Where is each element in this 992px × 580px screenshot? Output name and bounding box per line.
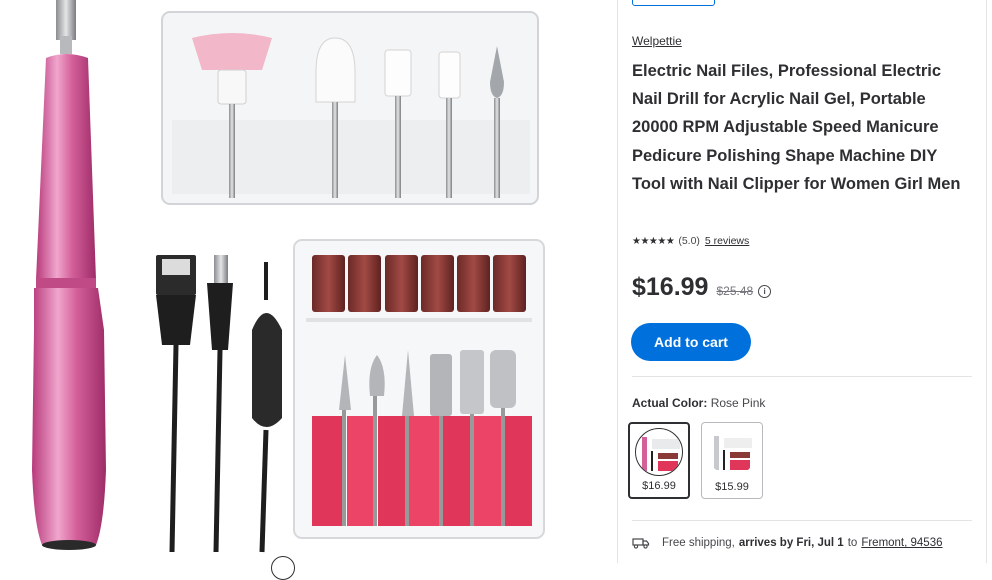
swatch-price: $16.99 bbox=[642, 480, 676, 492]
brand-link[interactable]: Welpettie bbox=[632, 34, 682, 48]
gallery-zoom-button[interactable] bbox=[271, 556, 295, 580]
rating-row: ★★★★★ (5.0) 5 reviews bbox=[632, 235, 749, 247]
swatch-price: $15.99 bbox=[715, 481, 749, 493]
truck-icon bbox=[632, 538, 650, 549]
swatch-thumbnail bbox=[635, 428, 683, 476]
divider bbox=[632, 520, 972, 521]
reviews-link[interactable]: 5 reviews bbox=[705, 235, 749, 247]
nail-drill-kit-image bbox=[32, 0, 545, 553]
product-title: Electric Nail Files, Professional Electr… bbox=[632, 62, 961, 193]
shipping-prefix: Free shipping, bbox=[662, 537, 735, 549]
shipping-info: Free shipping, arrives by Fri, Jul 1 to … bbox=[632, 537, 943, 549]
rating-value: (5.0) bbox=[678, 235, 700, 247]
was-price: $25.48 bbox=[716, 284, 754, 298]
panel-divider bbox=[617, 0, 618, 563]
star-icon: ★★★★★ bbox=[632, 235, 675, 247]
current-price: $16.99 bbox=[632, 273, 709, 301]
shipping-to: to bbox=[847, 537, 858, 549]
swatch-thumbnail bbox=[708, 428, 756, 476]
add-to-cart-button[interactable]: Add to cart bbox=[631, 323, 751, 361]
color-label-key: Actual Color: bbox=[632, 396, 708, 410]
color-swatch-alternate[interactable]: $15.99 bbox=[701, 422, 763, 499]
delivery-location-link[interactable]: Fremont, 94536 bbox=[861, 537, 942, 549]
color-swatch-rose-pink[interactable]: $16.99 bbox=[628, 422, 690, 499]
color-label: Actual Color: Rose Pink bbox=[632, 396, 765, 410]
arrival-date: arrives by Fri, Jul 1 bbox=[738, 537, 844, 549]
price-row: $16.99 $25.48 i bbox=[632, 273, 772, 302]
panel-edge bbox=[986, 0, 987, 563]
info-icon[interactable]: i bbox=[758, 285, 772, 298]
divider bbox=[632, 376, 972, 377]
variant-button-top[interactable] bbox=[632, 0, 715, 6]
color-label-value: Rose Pink bbox=[710, 396, 766, 410]
product-image[interactable] bbox=[0, 0, 600, 563]
